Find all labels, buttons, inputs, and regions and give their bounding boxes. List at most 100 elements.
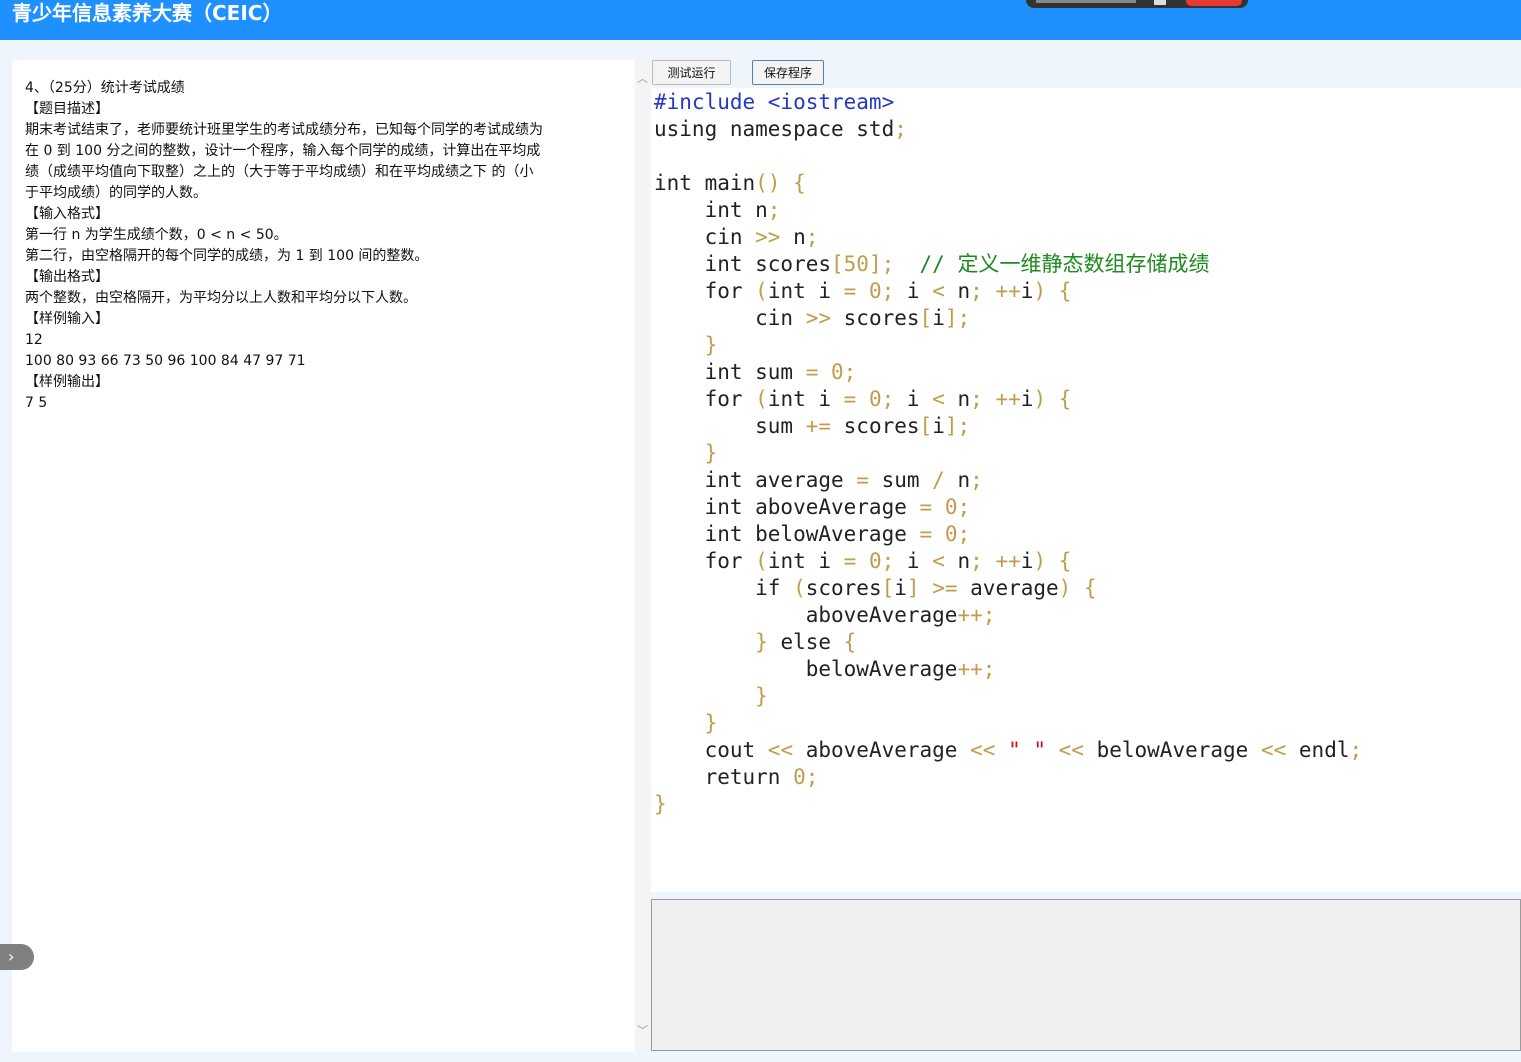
code-token: >> [755, 225, 781, 249]
code-token: >> [805, 306, 832, 330]
code-token: i [894, 576, 907, 600]
editor-toolbar: 测试运行 保存程序 [651, 60, 1521, 88]
code-token: cout [654, 738, 768, 762]
code-token: [ [881, 576, 895, 600]
code-line: } [654, 710, 1362, 737]
code-token: i [1020, 387, 1034, 411]
code-line: for (int i = 0; i < n; ++i) { [654, 548, 1362, 575]
code-line: int n; [654, 197, 1362, 224]
code-token: } [654, 630, 768, 654]
code-token: i [1020, 549, 1034, 573]
code-token: i [894, 279, 933, 303]
code-line: } else { [654, 629, 1362, 656]
code-token: { [1058, 279, 1072, 303]
code-token: () { [755, 171, 806, 195]
code-token: / [932, 468, 945, 492]
problem-line: 绩（成绩平均值向下取整）之上的（大于等于平均成绩）和在平均成绩之下 的（小 [25, 164, 534, 180]
code-token: i [894, 387, 933, 411]
code-token: += [805, 414, 832, 438]
code-token: ; [1349, 738, 1363, 762]
code-token: i [932, 414, 945, 438]
code-token: << [767, 738, 794, 762]
code-token: ( [793, 576, 806, 600]
code-token: i [1020, 279, 1034, 303]
code-token: #include <iostream> [654, 90, 895, 114]
floating-toolbar-text [1036, 0, 1136, 3]
code-token: n [944, 279, 971, 303]
code-token: ++; [957, 657, 996, 681]
code-token: ; [894, 117, 907, 141]
problem-line: 第一行 n 为学生成绩个数，0 < n < 50。 [25, 227, 288, 243]
code-line: belowAverage++; [654, 656, 1362, 683]
code-line: cin >> scores[i]; [654, 305, 1362, 332]
code-line: return 0; [654, 764, 1362, 791]
code-editor[interactable]: #include <iostream> using namespace std; … [654, 89, 1362, 818]
code-line: int sum = 0; [654, 359, 1362, 386]
code-token: 0; [944, 522, 971, 546]
code-token: < [932, 549, 945, 573]
code-token: endl [1286, 738, 1350, 762]
code-token: } [654, 711, 718, 735]
code-line: if (scores[i] >= average) { [654, 575, 1362, 602]
problem-line: 7 5 [25, 395, 48, 411]
code-token: int i [767, 279, 844, 303]
header-bar: 青少年信息素养大赛（CEIC） [0, 0, 1521, 40]
code-token: for [654, 387, 756, 411]
code-token: { [1083, 576, 1097, 600]
chevron-down-icon[interactable]: ﹀ [635, 1024, 650, 1038]
output-console[interactable] [651, 899, 1521, 1051]
code-token: } [654, 441, 718, 465]
code-line: } [654, 791, 1362, 818]
floating-toolbar-red-button[interactable] [1186, 0, 1242, 6]
code-token: ; [970, 279, 983, 303]
code-line: for (int i = 0; i < n; ++i) { [654, 386, 1362, 413]
code-token: } [654, 792, 667, 816]
code-token: ) [1033, 549, 1047, 573]
test-run-button[interactable]: 测试运行 [652, 60, 731, 85]
code-line: cout << aboveAverage << " " << belowAver… [654, 737, 1363, 764]
floating-toolbar[interactable] [1026, 0, 1248, 8]
code-token: ; [805, 225, 819, 249]
code-token: 0; [944, 495, 971, 519]
problem-line: 【输入格式】 [25, 206, 109, 222]
code-token: = [843, 387, 857, 411]
code-token: ++ [995, 549, 1021, 573]
code-token: << [1260, 738, 1287, 762]
problem-scrollbar[interactable]: ︿ ﹀ [635, 60, 650, 1052]
code-token: ++ [995, 387, 1021, 411]
chevron-up-icon[interactable]: ︿ [635, 72, 650, 86]
bottom-strip [651, 1052, 1521, 1062]
code-token: >= [932, 576, 958, 600]
code-line: } [654, 332, 1362, 359]
code-token: { [1058, 387, 1072, 411]
code-line: for (int i = 0; i < n; ++i) { [654, 278, 1362, 305]
code-token: << [970, 738, 996, 762]
code-token: // 定义一维静态数组存储成绩 [919, 252, 1210, 276]
code-token: scores [831, 306, 920, 330]
code-token: belowAverage [654, 657, 958, 681]
code-token: ] [906, 576, 920, 600]
code-token: int average [654, 468, 857, 492]
floating-toolbar-icon [1154, 0, 1166, 5]
code-line: int scores[50]; // 定义一维静态数组存储成绩 [654, 251, 1362, 278]
code-token: 0; [793, 765, 819, 789]
code-token: sum [868, 468, 933, 492]
code-token: ++; [957, 603, 996, 627]
code-token: ]; [944, 306, 971, 330]
code-token: = [919, 522, 933, 546]
collapse-panel-button[interactable]: › [0, 944, 34, 970]
problem-line: 4、（25分）统计考试成绩 [25, 80, 185, 96]
save-program-button[interactable]: 保存程序 [752, 60, 824, 85]
code-token: 0; [831, 360, 857, 384]
problem-line: 于平均成绩）的同学的人数。 [25, 185, 207, 201]
code-token: [50]; [831, 252, 895, 276]
